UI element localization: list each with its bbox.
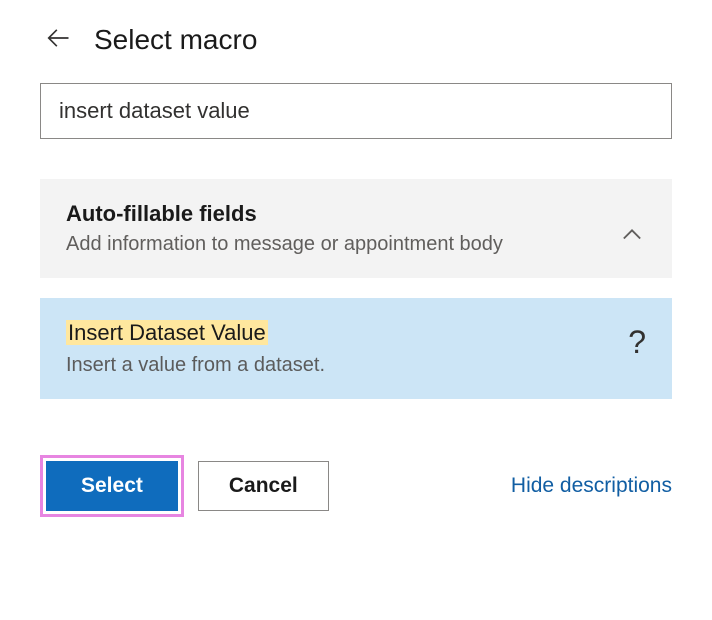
macro-text: Insert Dataset Value Insert a value from… (66, 320, 612, 377)
help-icon[interactable]: ? (628, 320, 646, 358)
category-title: Auto-fillable fields (66, 201, 602, 227)
select-button[interactable]: Select (46, 461, 178, 511)
category-description: Add information to message or appointmen… (66, 233, 602, 256)
macro-insert-dataset-value[interactable]: Insert Dataset Value Insert a value from… (40, 298, 672, 399)
page-title: Select macro (94, 24, 257, 56)
category-text: Auto-fillable fields Add information to … (66, 201, 602, 256)
macro-title: Insert Dataset Value (66, 320, 268, 345)
macro-description: Insert a value from a dataset. (66, 354, 612, 377)
search-input[interactable] (40, 83, 672, 139)
category-auto-fillable-fields[interactable]: Auto-fillable fields Add information to … (40, 179, 672, 278)
select-button-highlight: Select (40, 455, 184, 517)
chevron-up-icon (618, 221, 646, 249)
hide-descriptions-link[interactable]: Hide descriptions (511, 474, 672, 498)
cancel-button[interactable]: Cancel (198, 461, 329, 511)
back-button[interactable] (40, 20, 76, 59)
back-arrow-icon (44, 24, 72, 55)
